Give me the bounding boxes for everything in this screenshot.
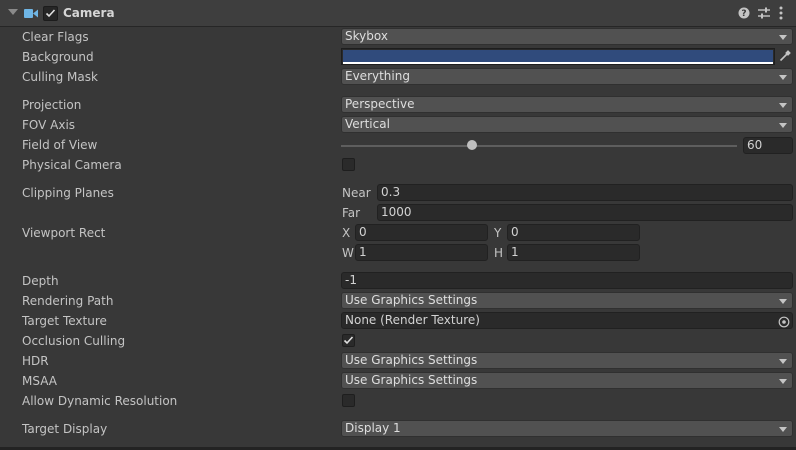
background-alpha-bar [343, 62, 773, 64]
fov-axis-label: FOV Axis [22, 118, 76, 132]
dropdown-arrow-icon [779, 299, 787, 304]
clear-flags-label: Clear Flags [22, 30, 89, 44]
dropdown-arrow-icon [779, 103, 787, 108]
occlusion-culling-label: Occlusion Culling [22, 334, 126, 348]
dropdown-arrow-icon [779, 123, 787, 128]
projection-value: Perspective [345, 97, 415, 111]
culling-mask-dropdown[interactable]: Everything [341, 68, 793, 85]
context-menu-icon[interactable] [779, 6, 783, 20]
target-texture-field[interactable]: None (Render Texture) [341, 312, 793, 329]
physical-camera-checkbox[interactable] [342, 158, 355, 171]
target-display-value: Display 1 [345, 421, 401, 435]
allow-dynamic-resolution-checkbox[interactable] [342, 394, 355, 407]
checkmark-icon [343, 336, 354, 345]
dropdown-arrow-icon [779, 359, 787, 364]
depth-input[interactable]: -1 [341, 272, 793, 289]
target-display-label: Target Display [22, 422, 108, 436]
rendering-path-label: Rendering Path [22, 294, 114, 308]
near-clip-input[interactable]: 0.3 [377, 184, 793, 201]
background-label: Background [22, 50, 94, 64]
depth-label: Depth [22, 274, 59, 288]
dropdown-arrow-icon [779, 379, 787, 384]
viewport-x-label: X [342, 226, 351, 240]
component-title: Camera [63, 6, 115, 20]
far-clip-input[interactable]: 1000 [377, 204, 793, 221]
camera-icon [24, 9, 38, 18]
occlusion-culling-checkbox[interactable] [342, 334, 355, 347]
far-label: Far [342, 206, 361, 220]
viewport-rect-label: Viewport Rect [22, 226, 106, 240]
fov-axis-value: Vertical [345, 117, 390, 131]
viewport-w-input[interactable]: 1 [355, 244, 488, 261]
field-of-view-input[interactable]: 60 [743, 137, 793, 154]
hdr-dropdown[interactable]: Use Graphics Settings [341, 352, 793, 369]
component-header [0, 0, 796, 27]
viewport-h-input[interactable]: 1 [507, 244, 640, 261]
dropdown-arrow-icon [779, 75, 787, 80]
target-texture-label: Target Texture [22, 314, 107, 328]
msaa-value: Use Graphics Settings [345, 373, 478, 387]
svg-text:?: ? [741, 9, 746, 19]
foldout-arrow-icon[interactable] [8, 9, 18, 15]
target-texture-value: None (Render Texture) [345, 313, 480, 327]
component-enabled-checkbox[interactable] [43, 6, 58, 21]
culling-mask-value: Everything [345, 69, 410, 83]
field-of-view-slider-track[interactable] [341, 145, 737, 147]
field-of-view-slider-thumb[interactable] [466, 140, 477, 150]
culling-mask-label: Culling Mask [22, 70, 98, 84]
physical-camera-label: Physical Camera [22, 158, 122, 172]
background-color-field[interactable] [341, 48, 775, 65]
rendering-path-value: Use Graphics Settings [345, 293, 478, 307]
hdr-value: Use Graphics Settings [345, 353, 478, 367]
viewport-h-label: H [494, 246, 504, 260]
clear-flags-value: Skybox [345, 29, 388, 43]
viewport-x-input[interactable]: 0 [355, 224, 488, 241]
near-label: Near [342, 186, 371, 200]
viewport-w-label: W [342, 246, 354, 260]
background-color-swatch [343, 50, 773, 62]
object-picker-icon[interactable] [778, 316, 790, 328]
checkmark-icon [45, 9, 56, 18]
allow-dynamic-resolution-label: Allow Dynamic Resolution [22, 394, 178, 408]
projection-label: Projection [22, 98, 82, 112]
dropdown-arrow-icon [779, 427, 787, 432]
hdr-label: HDR [22, 354, 49, 368]
msaa-dropdown[interactable]: Use Graphics Settings [341, 372, 793, 389]
help-icon[interactable]: ? [738, 7, 750, 19]
dropdown-arrow-icon [779, 35, 787, 40]
fov-axis-dropdown[interactable]: Vertical [341, 116, 793, 133]
field-of-view-label: Field of View [22, 138, 98, 152]
viewport-y-input[interactable]: 0 [507, 224, 640, 241]
msaa-label: MSAA [22, 374, 57, 388]
projection-dropdown[interactable]: Perspective [341, 96, 793, 113]
clipping-planes-label: Clipping Planes [22, 186, 114, 200]
eyedropper-icon[interactable] [779, 50, 791, 62]
clear-flags-dropdown[interactable]: Skybox [341, 28, 793, 45]
viewport-y-label: Y [494, 226, 502, 240]
presets-icon[interactable] [758, 7, 770, 19]
rendering-path-dropdown[interactable]: Use Graphics Settings [341, 292, 793, 309]
target-display-dropdown[interactable]: Display 1 [341, 420, 793, 437]
